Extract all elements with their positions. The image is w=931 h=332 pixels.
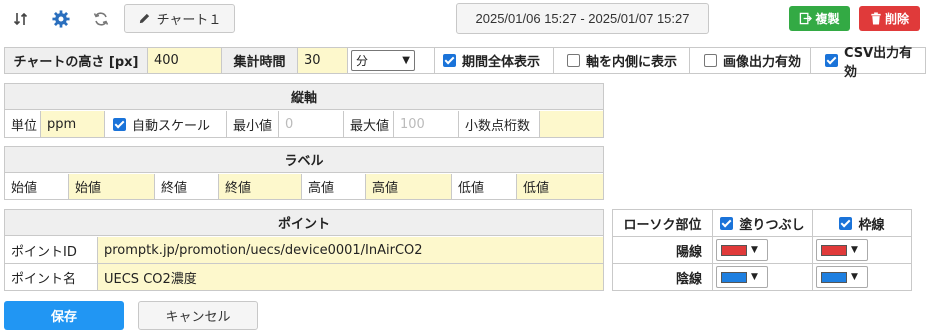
auto-scale-checkbox[interactable] — [113, 117, 126, 131]
labels-title: ラベル — [5, 147, 603, 173]
point-name-input[interactable]: UECS CO2濃度 — [98, 264, 603, 290]
border-option[interactable]: 枠線 — [813, 210, 911, 236]
auto-scale-option[interactable]: 自動スケール — [105, 111, 227, 137]
sort-arrows-icon[interactable] — [8, 6, 34, 32]
chart-height-label: チャートの高さ [px] — [5, 48, 148, 73]
high-label: 高値 — [302, 174, 366, 199]
vertical-axis-title: 縦軸 — [5, 84, 603, 110]
chevron-down-icon: ▼ — [751, 245, 758, 255]
down-border-cell: ▼ — [813, 264, 911, 290]
axis-inside-label: 軸を内側に表示 — [586, 55, 678, 70]
up-fill-swatch — [721, 244, 747, 256]
point-id-input[interactable]: promptk.jp/promotion/uecs/device0001/InA… — [98, 237, 603, 263]
interval-unit-cell: 分 ▼ — [348, 48, 434, 73]
copy-icon — [800, 12, 813, 25]
fill-checkbox[interactable] — [720, 216, 734, 230]
up-candle-row: 陽線 ▼ ▼ — [613, 237, 911, 264]
delete-label: 削除 — [884, 12, 909, 26]
chevron-down-icon: ▼ — [851, 245, 858, 255]
down-border-swatch — [821, 271, 847, 283]
min-input[interactable]: 0 — [279, 111, 344, 137]
full-period-option[interactable]: 期間全体表示 — [434, 48, 554, 73]
down-fill-color-select[interactable]: ▼ — [716, 266, 768, 288]
auto-scale-label: 自動スケール — [132, 118, 211, 134]
chevron-down-icon: ▼ — [851, 272, 858, 282]
copy-label: 複製 — [815, 12, 840, 26]
up-border-color-select[interactable]: ▼ — [816, 239, 868, 261]
interval-unit-value: 分 — [356, 54, 369, 68]
fill-label: 塗りつぶし — [739, 217, 805, 233]
low-label: 低値 — [452, 174, 517, 199]
chart-select-button[interactable]: チャート１ — [124, 4, 235, 33]
chart-label: チャート１ — [156, 13, 222, 28]
up-border-cell: ▼ — [813, 237, 911, 263]
axis-inside-checkbox[interactable] — [567, 54, 580, 67]
up-candle-label: 陽線 — [613, 237, 713, 263]
open-label: 始値 — [5, 174, 69, 199]
axis-inside-option[interactable]: 軸を内側に表示 — [554, 48, 690, 73]
trash-icon — [871, 12, 881, 25]
labels-panel: ラベル 始値 始値 終値 終値 高値 高値 低値 低値 — [4, 146, 604, 200]
candle-part-title: ローソク部位 — [613, 210, 713, 236]
labels-row: 始値 始値 終値 終値 高値 高値 低値 低値 — [5, 174, 603, 199]
max-label: 最大値 — [344, 111, 394, 137]
cancel-button[interactable]: キャンセル — [138, 301, 258, 330]
candle-panel: ローソク部位 塗りつぶし 枠線 陽線 ▼ ▼ 陰線 ▼ ▼ — [612, 209, 912, 291]
fill-option[interactable]: 塗りつぶし — [713, 210, 813, 236]
point-title: ポイント — [5, 210, 603, 236]
image-export-option[interactable]: 画像出力有効 — [690, 48, 811, 73]
down-fill-cell: ▼ — [713, 264, 813, 290]
delete-button[interactable]: 削除 — [859, 6, 920, 31]
down-fill-swatch — [721, 271, 747, 283]
up-border-swatch — [821, 244, 847, 256]
down-border-color-select[interactable]: ▼ — [816, 266, 868, 288]
point-name-row: ポイント名 UECS CO2濃度 — [5, 264, 603, 290]
full-period-checkbox[interactable] — [443, 54, 456, 67]
vertical-axis-row: 単位 ppm 自動スケール 最小値 0 最大値 100 小数点桁数 — [5, 111, 603, 137]
min-label: 最小値 — [227, 111, 279, 137]
open-input[interactable]: 始値 — [69, 174, 155, 199]
csv-export-label: CSV出力有効 — [843, 45, 913, 80]
point-id-label: ポイントID — [5, 237, 98, 263]
border-label: 枠線 — [858, 217, 885, 233]
unit-input[interactable]: ppm — [41, 111, 105, 137]
down-candle-row: 陰線 ▼ ▼ — [613, 264, 911, 290]
gear-icon[interactable] — [48, 6, 74, 32]
candle-header-row: ローソク部位 塗りつぶし 枠線 — [613, 210, 911, 237]
save-button[interactable]: 保存 — [4, 301, 124, 330]
interval-label: 集計時間 — [222, 48, 298, 73]
toolbar: チャート１ 2025/01/06 15:27 - 2025/01/07 15:2… — [0, 0, 931, 38]
interval-input[interactable]: 30 — [298, 48, 348, 73]
full-period-label: 期間全体表示 — [462, 55, 541, 70]
chevron-down-icon: ▼ — [402, 55, 410, 66]
chart-height-input[interactable]: 400 — [148, 48, 222, 73]
high-input[interactable]: 高値 — [366, 174, 452, 199]
close-input[interactable]: 終値 — [219, 174, 302, 199]
up-fill-cell: ▼ — [713, 237, 813, 263]
close-label: 終値 — [155, 174, 219, 199]
image-export-checkbox[interactable] — [704, 54, 717, 67]
date-range-button[interactable]: 2025/01/06 15:27 - 2025/01/07 15:27 — [456, 3, 709, 34]
pencil-icon — [139, 13, 149, 24]
border-checkbox[interactable] — [839, 216, 853, 230]
point-panel: ポイント ポイントID promptk.jp/promotion/uecs/de… — [4, 209, 604, 291]
image-export-label: 画像出力有効 — [723, 55, 802, 70]
point-id-row: ポイントID promptk.jp/promotion/uecs/device0… — [5, 237, 603, 264]
refresh-icon[interactable] — [88, 6, 114, 32]
down-candle-label: 陰線 — [613, 264, 713, 290]
max-input[interactable]: 100 — [394, 111, 459, 137]
up-fill-color-select[interactable]: ▼ — [716, 239, 768, 261]
csv-export-option[interactable]: CSV出力有効 — [811, 46, 925, 80]
interval-unit-select[interactable]: 分 ▼ — [351, 50, 415, 71]
decimals-label: 小数点桁数 — [459, 111, 540, 137]
settings-row: チャートの高さ [px] 400 集計時間 30 分 ▼ 期間全体表示 軸を内側… — [4, 46, 926, 80]
decimals-input[interactable] — [540, 111, 603, 137]
unit-label: 単位 — [5, 111, 41, 137]
vertical-axis-panel: 縦軸 単位 ppm 自動スケール 最小値 0 最大値 100 小数点桁数 — [4, 83, 604, 138]
chevron-down-icon: ▼ — [751, 272, 758, 282]
csv-export-checkbox[interactable] — [825, 54, 838, 67]
low-input[interactable]: 低値 — [517, 174, 603, 199]
copy-button[interactable]: 複製 — [789, 6, 850, 31]
point-name-label: ポイント名 — [5, 264, 98, 290]
